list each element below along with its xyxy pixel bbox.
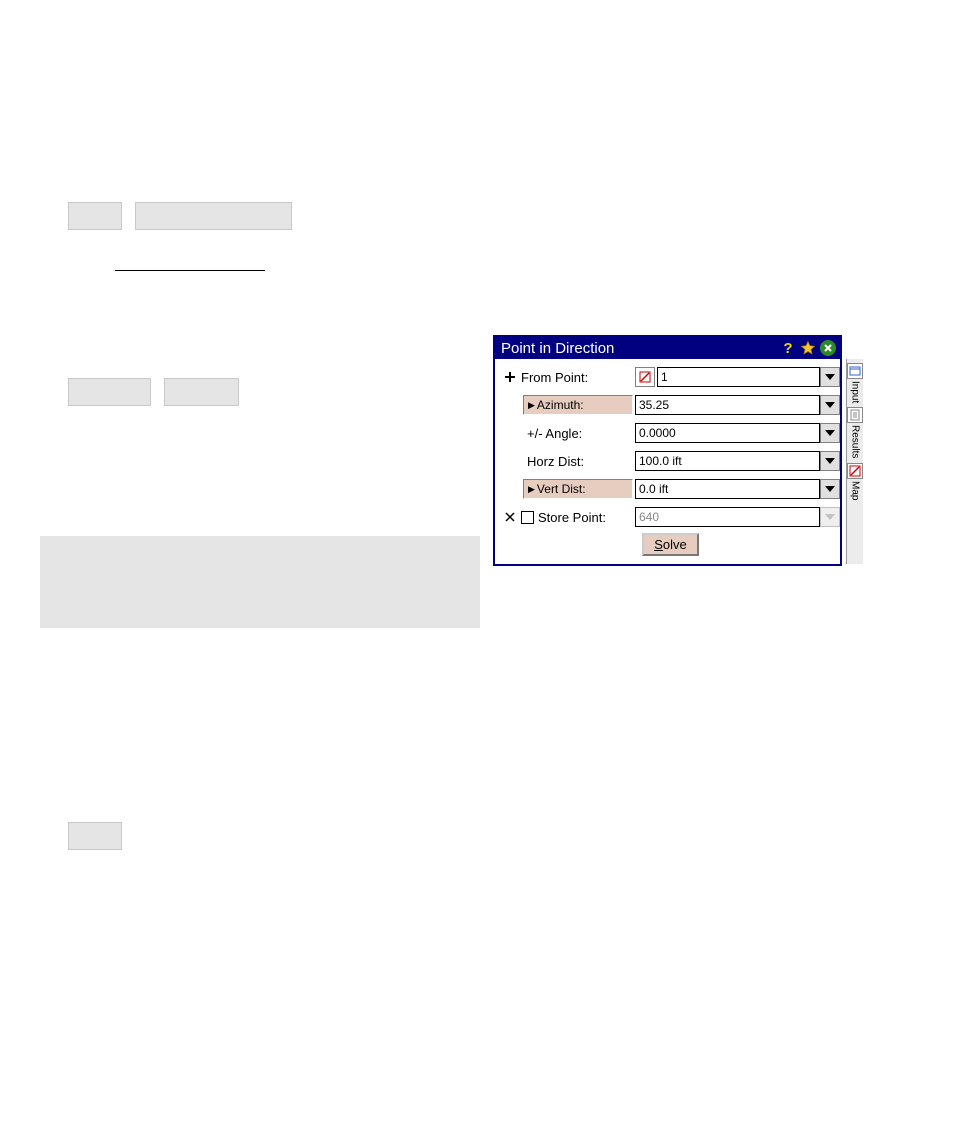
horz-dist-dropdown[interactable]	[820, 451, 840, 471]
close-button[interactable]	[820, 340, 836, 356]
chevron-right-icon: ▶	[528, 484, 535, 495]
row-angle: +/- Angle:	[501, 421, 840, 445]
form-area: From Point: ▶ Azimuth:	[495, 359, 846, 564]
store-point-checkbox[interactable]	[521, 511, 534, 524]
tab-map[interactable]: Map	[847, 463, 863, 500]
azimuth-dropdown[interactable]	[820, 395, 840, 415]
chevron-right-icon: ▶	[528, 400, 535, 411]
store-point-label-wrap: Store Point:	[519, 510, 635, 525]
input-tab-icon	[847, 363, 863, 379]
angle-dropdown[interactable]	[820, 423, 840, 443]
store-point-dropdown	[820, 507, 840, 527]
input-tab-label: Input	[850, 381, 861, 403]
tab-results[interactable]: Results	[847, 407, 863, 458]
point-in-direction-dialog: Point in Direction ? From Point:	[493, 335, 842, 566]
row-from-point: From Point:	[501, 365, 840, 389]
tab-input[interactable]: Input	[847, 363, 863, 403]
horz-dist-input[interactable]	[635, 451, 820, 471]
results-tab-label: Results	[850, 425, 861, 458]
doc-block	[68, 822, 122, 850]
doc-block	[68, 378, 151, 406]
row-store-point: Store Point:	[501, 505, 840, 529]
vert-dist-dropdown[interactable]	[820, 479, 840, 499]
doc-block	[135, 202, 292, 230]
azimuth-input[interactable]	[635, 395, 820, 415]
horz-dist-label: Horz Dist:	[519, 454, 635, 469]
from-point-dropdown[interactable]	[820, 367, 840, 387]
from-point-label: From Point:	[519, 370, 635, 385]
azimuth-label: Azimuth:	[537, 398, 584, 412]
solve-suffix: olve	[663, 537, 687, 552]
dialog-title: Point in Direction	[501, 340, 780, 357]
row-horz-dist: Horz Dist:	[501, 449, 840, 473]
results-tab-icon	[847, 407, 863, 423]
title-bar: Point in Direction ?	[495, 337, 840, 359]
store-point-input	[635, 507, 820, 527]
x-icon	[501, 511, 519, 523]
map-tab-label: Map	[850, 481, 861, 500]
solve-button[interactable]: Solve	[642, 533, 699, 556]
azimuth-toggle[interactable]: ▶ Azimuth:	[523, 395, 633, 415]
angle-label: +/- Angle:	[519, 426, 635, 441]
doc-block	[68, 202, 122, 230]
dialog-body: From Point: ▶ Azimuth:	[495, 359, 840, 564]
doc-underline	[115, 270, 265, 271]
help-icon[interactable]: ?	[780, 340, 796, 356]
plus-icon	[501, 371, 519, 383]
vert-dist-label: Vert Dist:	[537, 482, 586, 496]
doc-block	[164, 378, 239, 406]
from-point-input[interactable]	[657, 367, 820, 387]
close-icon	[820, 340, 836, 356]
angle-input[interactable]	[635, 423, 820, 443]
favorite-icon[interactable]	[800, 340, 816, 356]
side-tabs: Input Results Map	[846, 359, 863, 564]
title-bar-icons: ?	[780, 340, 836, 356]
vert-dist-toggle[interactable]: ▶ Vert Dist:	[523, 479, 633, 499]
row-vert-dist: ▶ Vert Dist:	[501, 477, 840, 501]
map-tab-icon	[847, 463, 863, 479]
solve-row: Solve	[501, 533, 840, 556]
map-pick-button[interactable]	[635, 367, 655, 387]
store-point-label: Store Point:	[538, 510, 606, 525]
vert-dist-input[interactable]	[635, 479, 820, 499]
doc-block	[40, 536, 480, 628]
row-azimuth: ▶ Azimuth:	[501, 393, 840, 417]
